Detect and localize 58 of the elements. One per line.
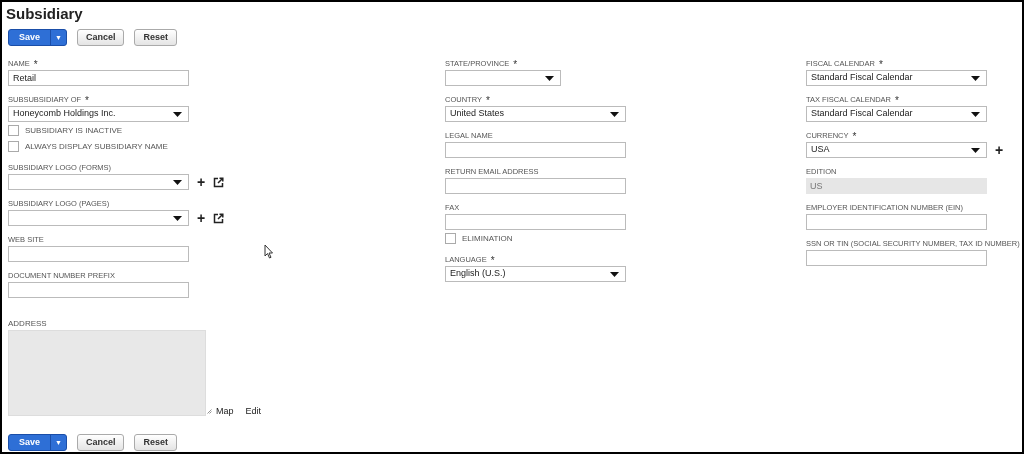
save-button[interactable]: Save — [9, 30, 51, 45]
dropdown-field[interactable]: English (U.S.) — [445, 266, 626, 282]
add-button[interactable]: + — [197, 175, 206, 189]
dropdown-caret-icon[interactable] — [173, 215, 182, 221]
required-mark: * — [485, 95, 490, 105]
checkbox[interactable] — [8, 141, 19, 152]
text-field[interactable]: Retail — [8, 70, 189, 86]
dropdown-caret-icon[interactable] — [971, 111, 980, 117]
dropdown-field[interactable] — [445, 70, 561, 86]
dropdown-caret-icon[interactable] — [173, 111, 182, 117]
checkbox-label: ELIMINATION — [462, 232, 513, 245]
required-mark: * — [895, 95, 899, 105]
form-button[interactable]: Cancel — [76, 434, 125, 451]
add-button[interactable]: + — [995, 143, 1004, 157]
address-link[interactable]: Edit — [245, 406, 262, 416]
add-button[interactable]: + — [197, 211, 206, 225]
dropdown-caret-icon[interactable] — [971, 147, 980, 153]
required-mark: * — [85, 95, 89, 105]
text-field[interactable] — [8, 246, 189, 262]
mouse-cursor-icon — [264, 244, 274, 259]
form-button[interactable]: Reset — [134, 29, 177, 46]
disabled-field: US — [806, 178, 987, 194]
dropdown-field[interactable]: Standard Fiscal Calendar — [806, 106, 987, 122]
form-button[interactable]: Reset — [134, 434, 177, 451]
text-field[interactable] — [806, 250, 987, 266]
open-link-icon[interactable] — [213, 212, 225, 224]
save-button[interactable]: Save — [9, 435, 51, 450]
dropdown-field[interactable]: United States — [445, 106, 626, 122]
checkbox-label: SUBSIDIARY IS INACTIVE — [25, 124, 123, 137]
dropdown-field[interactable]: Standard Fiscal Calendar — [806, 70, 987, 86]
required-mark: * — [878, 59, 883, 69]
required-mark: * — [513, 59, 518, 69]
dropdown-field[interactable]: Honeycomb Holdings Inc. — [8, 106, 189, 122]
text-field[interactable] — [445, 178, 626, 194]
dropdown-caret-icon[interactable] — [610, 111, 619, 117]
page-title: Subsidiary — [6, 5, 84, 23]
dropdown-field[interactable] — [8, 210, 189, 226]
resize-handle-icon[interactable] — [207, 409, 212, 414]
dropdown-caret-icon[interactable] — [173, 179, 182, 185]
open-link-icon[interactable] — [213, 176, 225, 188]
dropdown-field[interactable] — [8, 174, 189, 190]
address-link[interactable]: Map — [216, 406, 234, 416]
form-button[interactable]: Cancel — [76, 29, 125, 46]
text-field[interactable] — [806, 214, 987, 230]
required-mark: * — [33, 59, 38, 69]
required-mark: * — [490, 255, 495, 265]
checkbox[interactable] — [8, 125, 19, 136]
dropdown-field[interactable]: USA — [806, 142, 987, 158]
field-label: ADDRESS — [8, 318, 47, 330]
checkbox-label: ALWAYS DISPLAY SUBSIDIARY NAME — [25, 140, 168, 153]
required-mark: * — [852, 131, 857, 141]
checkbox[interactable] — [445, 233, 456, 244]
text-field[interactable] — [8, 282, 189, 298]
dropdown-caret-icon[interactable] — [610, 271, 619, 277]
dropdown-caret-icon[interactable] — [971, 75, 980, 81]
text-field[interactable] — [445, 214, 626, 230]
dropdown-caret-icon[interactable] — [545, 75, 554, 81]
text-field[interactable] — [445, 142, 626, 158]
